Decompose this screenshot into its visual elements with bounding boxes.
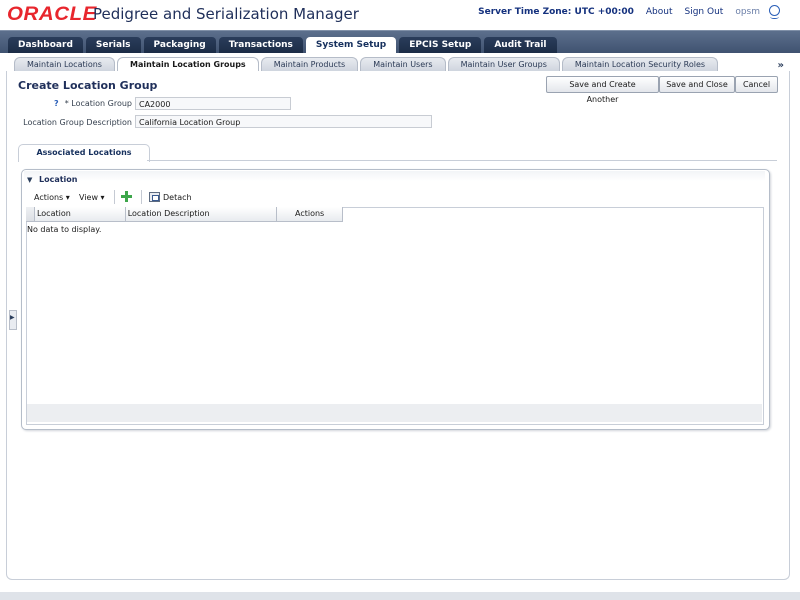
bottom-border <box>0 592 800 600</box>
expand-arrow-icon[interactable]: ▶ <box>10 314 15 321</box>
more-tabs-icon[interactable]: » <box>778 60 784 71</box>
help-icon[interactable]: ? <box>54 99 59 108</box>
location-table <box>26 207 764 425</box>
column-header-location[interactable]: Location <box>34 207 126 221</box>
subtab-maintain-users[interactable]: Maintain Users <box>360 57 446 72</box>
location-group-description-input[interactable]: California Location Group <box>135 115 432 128</box>
sub-tab-bar: Maintain Locations Maintain Location Gro… <box>0 53 800 72</box>
app-title: Pedigree and Serialization Manager <box>93 5 359 23</box>
header-global-links: Server Time Zone: UTC +00:00 About Sign … <box>478 0 800 24</box>
save-and-create-another-button[interactable]: Save and Create Another <box>546 76 659 104</box>
location-group-input[interactable]: CA2000 <box>135 97 291 110</box>
row-selector-header <box>26 207 35 221</box>
oracle-user-icon <box>768 4 781 20</box>
subtab-maintain-location-groups[interactable]: Maintain Location Groups <box>116 57 259 72</box>
actions-menu[interactable]: Actions ▾ <box>34 193 70 202</box>
tab-associated-locations[interactable]: Associated Locations <box>18 144 150 162</box>
toolbar-separator <box>114 190 115 204</box>
toolbar-separator <box>141 190 142 204</box>
view-menu[interactable]: View ▾ <box>79 193 105 202</box>
location-panel-header <box>24 171 765 181</box>
table-header-row: Location Location Description Actions <box>26 207 343 222</box>
oracle-logo: ORACLE <box>7 4 97 25</box>
location-group-description-label: Location Group Description <box>23 118 132 127</box>
tab-transactions[interactable]: Transactions <box>218 37 303 53</box>
column-header-location-description[interactable]: Location Description <box>125 207 278 221</box>
app-header: ORACLE Pedigree and Serialization Manage… <box>0 0 800 30</box>
add-icon[interactable] <box>121 191 132 202</box>
location-panel-title: Location <box>39 175 78 184</box>
cancel-button[interactable]: Cancel <box>735 76 778 93</box>
detach-icon[interactable] <box>149 192 160 202</box>
detach-button[interactable]: Detach <box>163 193 192 202</box>
tab-serials[interactable]: Serials <box>85 37 141 53</box>
current-user: opsm <box>735 7 760 17</box>
tab-underline <box>147 160 777 161</box>
sign-out-link[interactable]: Sign Out <box>685 7 724 17</box>
collapse-icon[interactable]: ▼ <box>27 176 35 184</box>
server-time-zone: Server Time Zone: UTC +00:00 <box>478 7 634 17</box>
column-header-actions[interactable]: Actions <box>277 207 343 221</box>
tab-epcis-setup[interactable]: EPCIS Setup <box>399 37 482 53</box>
tab-packaging[interactable]: Packaging <box>143 37 216 53</box>
location-group-label: * Location Group <box>64 99 132 108</box>
about-link[interactable]: About <box>646 7 673 17</box>
tab-system-setup[interactable]: System Setup <box>305 37 397 54</box>
subtab-maintain-products[interactable]: Maintain Products <box>260 57 359 72</box>
main-tab-bar: Dashboard Serials Packaging Transactions… <box>0 30 800 54</box>
table-footer <box>27 404 762 422</box>
subtab-maintain-user-groups[interactable]: Maintain User Groups <box>447 57 560 72</box>
subtab-maintain-location-security-roles[interactable]: Maintain Location Security Roles <box>561 57 719 72</box>
subtab-maintain-locations[interactable]: Maintain Locations <box>14 57 115 72</box>
page-title: Create Location Group <box>18 79 158 92</box>
tab-dashboard[interactable]: Dashboard <box>8 37 83 53</box>
empty-table-message: No data to display. <box>27 225 102 234</box>
save-and-close-button[interactable]: Save and Close <box>659 76 735 93</box>
tab-audit-trail[interactable]: Audit Trail <box>484 37 557 53</box>
